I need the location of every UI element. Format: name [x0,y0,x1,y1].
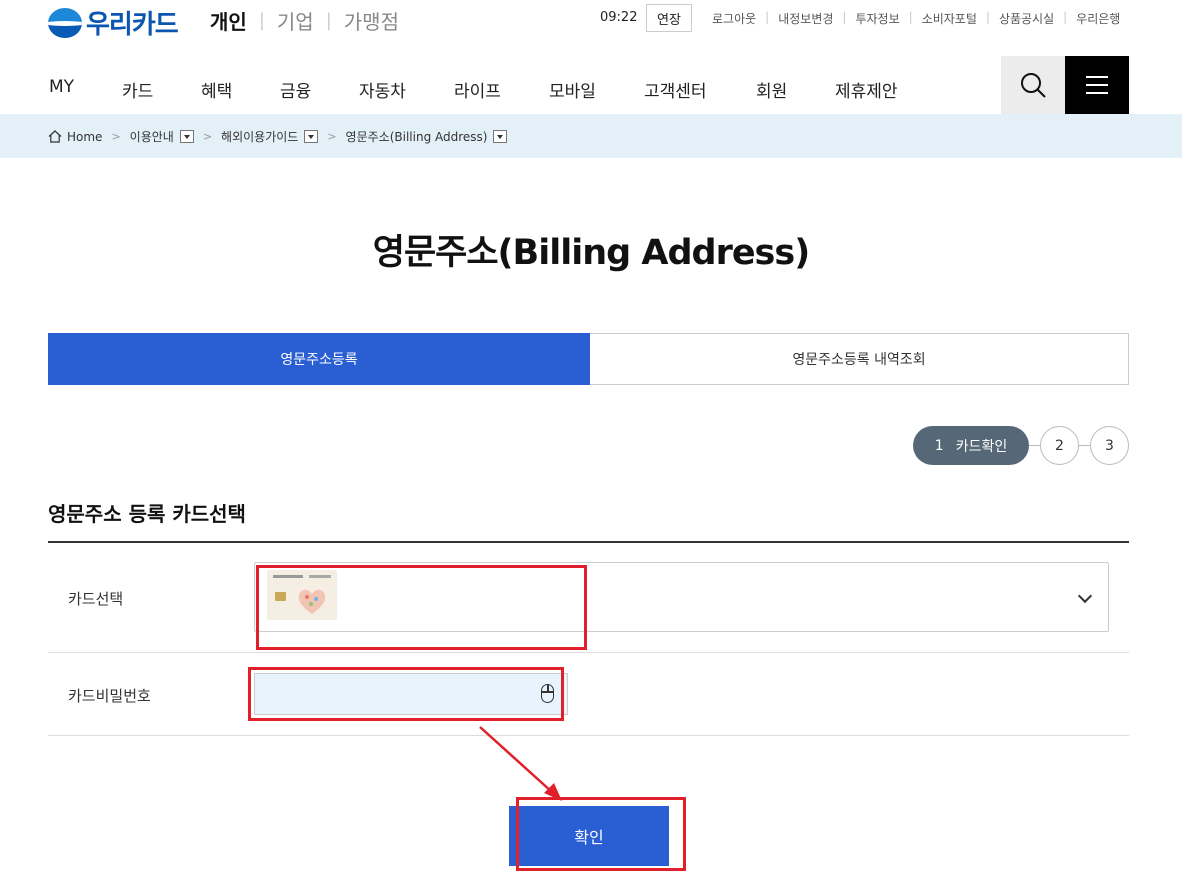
breadcrumb-bar: Home > 이용안내 > 해외이용가이드 > 영문주소(Billing Add… [0,114,1182,158]
nav-item-customer-center[interactable]: 고객센터 [644,77,707,102]
chevron-right-icon: > [111,130,121,143]
dropdown-toggle-icon[interactable] [493,130,508,143]
card-chip-icon [275,592,286,601]
content-tabs: 영문주소등록 영문주소등록 내역조회 [48,333,1129,385]
page-title: 영문주소(Billing Address) [372,233,810,273]
edit-profile-link[interactable]: 내정보변경 [769,10,842,27]
card-select-dropdown[interactable] [254,562,1109,632]
nav-item-my[interactable]: MY [49,77,74,97]
tab-billing-address-register[interactable]: 영문주소등록 [48,333,590,385]
step-number: 1 [934,437,944,454]
heart-pattern-icon [298,589,326,614]
dropdown-toggle-icon[interactable] [304,130,319,143]
chevron-down-icon [1077,588,1093,604]
row-divider [48,735,1129,736]
dropdown-toggle-icon[interactable] [179,130,194,143]
session-timer: 09:22 [600,10,638,25]
home-icon [48,130,62,143]
search-icon [1021,73,1046,98]
step-indicator-current: 1 카드확인 [913,426,1029,465]
step-indicator-3: 3 [1090,426,1129,465]
nav-item-auto[interactable]: 자동차 [359,77,406,102]
chevron-right-icon: > [327,130,337,143]
nav-item-mobile[interactable]: 모바일 [549,77,596,102]
nav-item-finance[interactable]: 금융 [280,77,311,102]
card-password-input[interactable] [254,673,568,715]
segment-corporate[interactable]: 기업 [277,6,314,35]
woori-bank-link[interactable]: 우리은행 [1067,10,1129,27]
search-button[interactable] [1001,56,1065,114]
all-menu-button[interactable] [1065,56,1129,114]
session-extend-button[interactable]: 연장 [646,4,692,32]
product-disclosure-link[interactable]: 상품공시실 [990,10,1063,27]
section-title: 영문주소 등록 카드선택 [48,502,246,526]
consumer-portal-link[interactable]: 소비자포털 [913,10,986,27]
hamburger-icon [1086,76,1108,78]
section-divider [48,541,1129,543]
utility-links: 로그아웃 | 내정보변경 | 투자정보 | 소비자포털 | 상품공시실 | 우리은행 [712,10,1129,27]
breadcrumb: Home > 이용안내 > 해외이용가이드 > 영문주소(Billing Add… [48,128,508,145]
nav-item-partnership[interactable]: 제휴제안 [835,77,898,102]
tab-billing-address-history[interactable]: 영문주소등록 내역조회 [590,333,1129,385]
woori-card-logo[interactable]: 우리카드 [48,4,179,41]
nav-item-member[interactable]: 회원 [756,77,787,102]
step-indicator-2: 2 [1040,426,1079,465]
segment-divider: | [325,10,332,31]
business-segment-tabs: 개인 | 기업 | 가맹점 [210,6,399,35]
breadcrumb-billing-address[interactable]: 영문주소(Billing Address) [346,128,488,145]
confirm-button[interactable]: 확인 [509,806,669,866]
step-label: 카드확인 [955,438,1008,455]
nav-item-card[interactable]: 카드 [122,77,153,102]
row-divider [48,652,1129,653]
chevron-right-icon: > [202,130,213,143]
breadcrumb-usage-guide[interactable]: 이용안내 [130,128,174,145]
logo-text: 우리카드 [86,10,179,40]
segment-merchant[interactable]: 가맹점 [344,6,399,35]
breadcrumb-home[interactable]: Home [67,130,102,144]
card-select-label: 카드선택 [68,590,124,608]
card-password-label: 카드비밀번호 [68,687,151,705]
segment-personal[interactable]: 개인 [210,6,247,35]
logo-mark-icon [48,7,82,38]
breadcrumb-overseas-guide[interactable]: 해외이용가이드 [221,128,298,145]
card-image [267,570,337,620]
logout-link[interactable]: 로그아웃 [712,10,765,27]
investor-info-link[interactable]: 투자정보 [846,10,908,27]
nav-item-benefits[interactable]: 혜택 [201,77,232,102]
top-utility-bar: 우리카드 개인 | 기업 | 가맹점 09:22 연장 로그아웃 | 내정보변경 |… [0,0,1182,50]
segment-divider: | [258,10,265,31]
nav-item-life[interactable]: 라이프 [454,77,501,102]
